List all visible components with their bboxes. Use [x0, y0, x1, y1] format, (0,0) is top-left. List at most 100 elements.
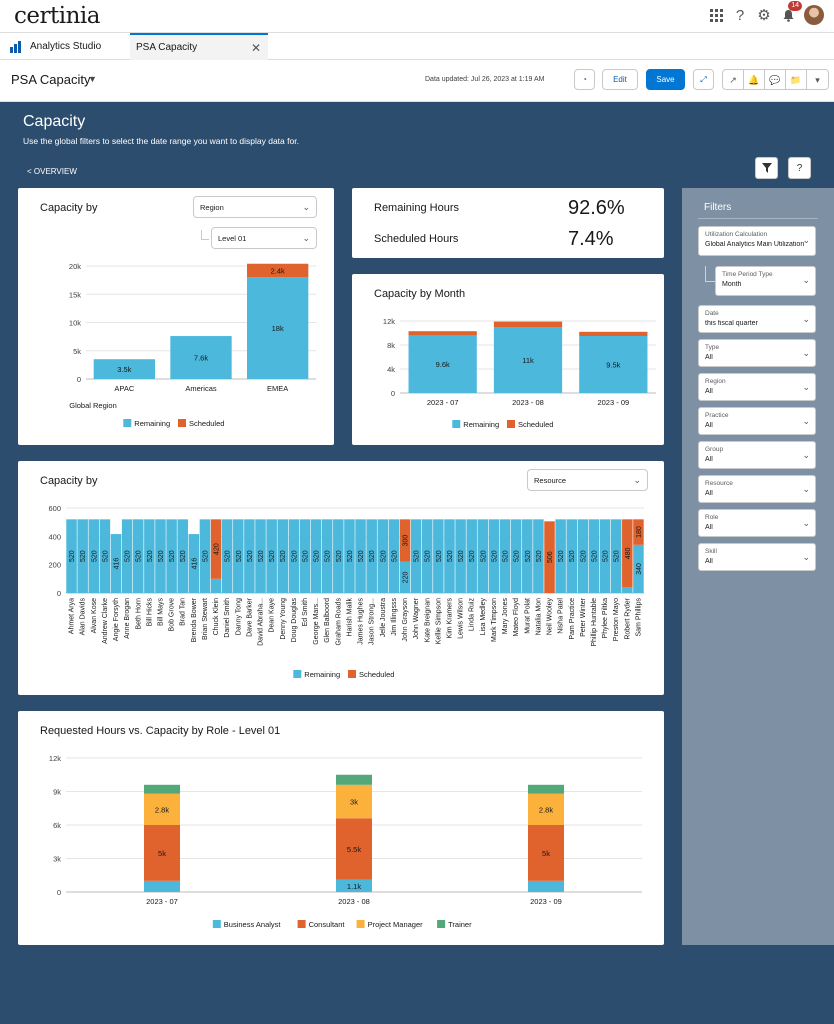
data-label: 520	[414, 550, 421, 562]
filter-utilization-calculation[interactable]: Utilization Calculation Global Analytics …	[698, 226, 816, 256]
x-tick-label: 2023 - 08	[512, 398, 544, 407]
help-icon[interactable]: ?	[732, 7, 748, 24]
x-tick-label: Bill Hicks	[146, 598, 153, 627]
data-label: 180	[636, 526, 643, 538]
legend-swatch	[212, 920, 221, 928]
filter-label: Role	[705, 514, 719, 521]
x-tick-label: James Hughes	[358, 598, 365, 645]
overview-link[interactable]: < OVERVIEW	[27, 167, 77, 176]
scheduled-hours-label: Scheduled Hours	[374, 233, 459, 245]
data-label: 520	[147, 550, 154, 562]
tab-psa-capacity[interactable]: PSA Capacity ✕	[130, 33, 268, 60]
data-label: 520	[469, 550, 476, 562]
divider	[698, 218, 818, 219]
data-label: 506	[547, 551, 554, 563]
global-actions: ? ⚙ 14	[708, 1, 824, 25]
save-button[interactable]: Save	[646, 69, 685, 90]
brand-logo: certinia	[14, 3, 100, 29]
filters-panel: Filters Utilization Calculation Global An…	[682, 188, 834, 945]
x-tick-label: Phylee Piltka	[602, 598, 609, 639]
x-tick-label: Sam Phillips	[635, 598, 642, 637]
data-updated-text: Data updated: Jul 26, 2023 at 1:19 AM	[425, 76, 545, 83]
folder-icon[interactable]: 📁	[786, 70, 807, 89]
filter-resource[interactable]: Resource All ⌄	[698, 475, 816, 503]
filter-label: Date	[705, 310, 719, 317]
app-launcher-icon[interactable]	[708, 7, 724, 23]
edit-button[interactable]: Edit	[602, 69, 638, 90]
x-tick-label: John Wagner	[413, 597, 420, 639]
data-label: 520	[202, 550, 209, 562]
data-label: 340	[636, 563, 643, 575]
resource-bar-chart: 0 200 400 600 520 Ahmet Arya 520 Alan Davids 520…	[48, 504, 644, 679]
filter-region[interactable]: Region All ⌄	[698, 373, 816, 401]
data-label: 520	[491, 550, 498, 562]
filter-type[interactable]: Type All ⌄	[698, 339, 816, 367]
bar-segment	[622, 587, 633, 593]
y-tick-label: 200	[48, 561, 61, 570]
y-tick-label: 15k	[69, 290, 81, 299]
workspace-tabbar: Analytics Studio PSA Capacity ✕	[0, 33, 834, 60]
data-label: 5k	[158, 849, 166, 858]
filter-role[interactable]: Role All ⌄	[698, 509, 816, 537]
filter-group[interactable]: Group All ⌄	[698, 441, 816, 469]
data-label: 7.6k	[194, 354, 208, 363]
data-label: 520	[80, 550, 87, 562]
data-label: 520	[458, 550, 465, 562]
data-label: 520	[558, 550, 565, 562]
x-tick-label: 2023 - 08	[338, 897, 370, 906]
salesforce-lens-icon[interactable]: ◔	[574, 69, 595, 90]
data-label: 5k	[542, 849, 550, 858]
filter-icon[interactable]	[755, 157, 778, 179]
y-tick-label: 10k	[69, 319, 81, 328]
fullscreen-icon[interactable]: ⤢	[693, 69, 714, 90]
filter-label: Type	[705, 344, 720, 351]
x-tick-label: Andrew Clarke	[102, 598, 109, 644]
share-icon[interactable]: ↗	[723, 70, 744, 89]
filter-value: All	[705, 490, 713, 497]
x-tick-label: Murat Polat	[524, 598, 531, 634]
more-chevron-down-icon[interactable]: ▾	[807, 70, 828, 89]
user-avatar[interactable]	[804, 5, 824, 25]
x-tick-label: Americas	[185, 384, 217, 393]
data-label: 520	[369, 550, 376, 562]
data-label: 220	[403, 571, 410, 583]
filter-practice[interactable]: Practice All ⌄	[698, 407, 816, 435]
data-label: 520	[169, 550, 176, 562]
filters-title: Filters	[704, 202, 732, 213]
legend-swatch	[348, 670, 356, 678]
data-label: 520	[514, 550, 521, 562]
y-tick-label: 3k	[53, 855, 61, 864]
filter-skill[interactable]: Skill All ⌄	[698, 543, 816, 571]
legend-label: Trainer	[448, 920, 472, 929]
x-tick-label: Robert Ryder	[624, 597, 631, 639]
data-label: 520	[358, 550, 365, 562]
dashboard-menu-chevron-down-icon[interactable]: ▼	[88, 74, 97, 84]
filter-value: this fiscal quarter	[705, 320, 758, 327]
bar-segment	[144, 784, 180, 794]
subscribe-bell-icon[interactable]: 🔔	[744, 70, 765, 89]
data-label: 2.8k	[539, 805, 553, 814]
requested-hours-by-role-card: Requested Hours vs. Capacity by Role - L…	[18, 711, 664, 945]
notifications-bell-icon[interactable]: 14	[780, 1, 802, 23]
setup-gear-icon[interactable]: ⚙	[756, 7, 772, 24]
remaining-hours-label: Remaining Hours	[374, 202, 459, 214]
filter-value: All	[705, 524, 713, 531]
filter-label: Resource	[705, 480, 733, 487]
filter-time-period-type[interactable]: Time Period Type Month ⌄	[715, 266, 816, 296]
data-label: 520	[225, 550, 232, 562]
x-tick-label: Ahmet Arya	[69, 598, 76, 634]
x-tick-label: Lisa Medley	[480, 598, 487, 636]
tab-analytics-studio[interactable]: Analytics Studio	[10, 33, 101, 60]
tab-label: Analytics Studio	[30, 41, 102, 52]
help-button[interactable]: ?	[788, 157, 811, 179]
comment-icon[interactable]: 💬	[765, 70, 786, 89]
close-tab-icon[interactable]: ✕	[251, 41, 261, 55]
bar-segment	[336, 774, 372, 785]
role-stacked-bar-chart: 0 3k 6k 9k 12k 5k 2.8k 2023 - 07 1.1k 5.5k 3k 2023 …	[49, 754, 642, 929]
remaining-hours-value: 92.6%	[568, 197, 625, 219]
data-label: 520	[180, 550, 187, 562]
region-bar-chart: 0 5k 10k 15k 20k 3.5k APAC 7.6k Americas 18k 2.4k E…	[69, 262, 316, 428]
filter-date[interactable]: Date this fiscal quarter ⌄	[698, 305, 816, 333]
y-tick-label: 600	[48, 504, 61, 513]
x-tick-label: Jason Strong...	[369, 598, 376, 645]
